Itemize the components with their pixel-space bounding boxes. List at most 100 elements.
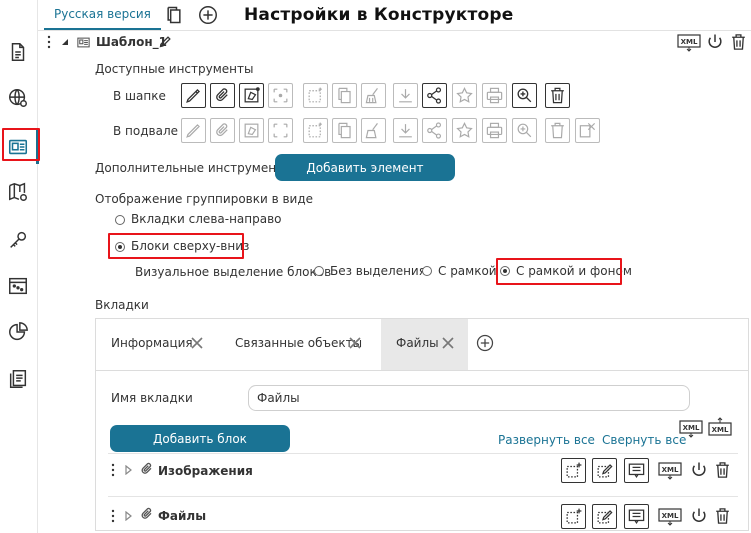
print-icon	[486, 122, 503, 139]
collapse-all-link[interactable]: Свернуть все	[602, 433, 686, 447]
tab-name-input[interactable]: Файлы	[248, 385, 690, 411]
delete-trash-icon[interactable]	[728, 31, 748, 53]
add-field-icon	[566, 462, 582, 478]
add-tab-icon[interactable]	[475, 333, 495, 353]
tab-files[interactable]: Файлы	[396, 336, 439, 350]
globe-settings-icon[interactable]	[4, 84, 32, 112]
xml-import-icon[interactable]: XML	[707, 417, 733, 439]
block-comment-button[interactable]	[624, 458, 649, 483]
map-settings-icon[interactable]	[4, 178, 32, 206]
power-icon[interactable]	[705, 31, 725, 53]
block-drag-handle-icon[interactable]	[110, 509, 116, 523]
radio-visual-none[interactable]	[314, 266, 324, 276]
tool-polygon-button[interactable]	[239, 83, 264, 108]
xml-export-icon[interactable]: XML	[678, 417, 704, 439]
block-drag-handle-icon[interactable]	[110, 463, 116, 477]
block-add-field-button[interactable]	[561, 458, 586, 483]
block-xml-icon-text: XML	[662, 512, 679, 520]
add-field-icon	[566, 508, 582, 524]
block-add-field-button[interactable]	[561, 504, 586, 529]
pie-chart-icon[interactable]	[4, 318, 32, 346]
footer-tool-print-button[interactable]	[482, 118, 507, 143]
tool-copy-button[interactable]	[332, 83, 357, 108]
copy-documents-icon[interactable]	[4, 365, 32, 393]
tool-download-button[interactable]	[393, 83, 418, 108]
tool-select-area-button[interactable]	[268, 83, 293, 108]
drag-handle-icon[interactable]	[46, 35, 52, 49]
tab-russian-version-label: Русская версия	[54, 7, 151, 21]
footer-tool-magic-select-button[interactable]	[303, 118, 328, 143]
add-element-button[interactable]: Добавить элемент	[275, 154, 455, 181]
add-circle-icon[interactable]	[197, 4, 219, 26]
block-xml-icon[interactable]: XML	[656, 458, 684, 482]
polygon-edit-icon	[244, 123, 259, 138]
tool-clean-button[interactable]	[361, 83, 386, 108]
footer-tool-share-button[interactable]	[422, 118, 447, 143]
tab-information[interactable]: Информация	[111, 336, 193, 350]
block-power-icon[interactable]	[689, 506, 709, 526]
close-tab-related-objects-icon[interactable]	[349, 337, 361, 349]
block-power-icon[interactable]	[689, 460, 709, 480]
tab-related-objects[interactable]: Связанные объекты	[235, 336, 362, 350]
footer-tool-clean-button[interactable]	[361, 118, 386, 143]
dashboard-icon[interactable]	[4, 272, 32, 300]
footer-tool-attach-button[interactable]	[210, 118, 235, 143]
tool-magic-select-button[interactable]	[303, 83, 328, 108]
tab-russian-version[interactable]: Русская версия	[44, 0, 161, 30]
block-xml-icon-text: XML	[662, 466, 679, 474]
add-block-button[interactable]: Добавить блок	[110, 425, 290, 452]
share-icon	[427, 87, 442, 104]
tool-print-button[interactable]	[482, 83, 507, 108]
footer-tool-close-button[interactable]	[575, 118, 600, 143]
collapse-triangle-icon[interactable]	[61, 38, 69, 46]
copy-icon[interactable]	[164, 5, 184, 25]
block-row-divider	[108, 453, 738, 454]
pencil-icon	[186, 124, 200, 138]
tool-attach-button[interactable]	[210, 83, 235, 108]
block-edit-button[interactable]	[592, 504, 617, 529]
block-delete-icon[interactable]	[712, 506, 732, 526]
radio-tabs-left-right[interactable]	[115, 215, 125, 225]
radio-visual-frame[interactable]	[422, 266, 432, 276]
expand-all-link[interactable]: Развернуть все	[498, 433, 595, 447]
footer-tool-favorite-button[interactable]	[452, 118, 477, 143]
star-icon	[456, 87, 473, 103]
footer-tool-zoom-button[interactable]	[512, 118, 537, 143]
footer-tool-select-area-button[interactable]	[268, 118, 293, 143]
footer-tool-edit-button[interactable]	[181, 118, 206, 143]
block-row-divider	[108, 496, 738, 497]
xml-import-icon-text: XML	[712, 426, 729, 434]
block-delete-icon[interactable]	[712, 460, 732, 480]
trash-icon	[551, 122, 564, 139]
footer-tool-delete-button[interactable]	[545, 118, 570, 143]
xml-export-icon[interactable]: XML	[676, 31, 702, 53]
tool-favorite-button[interactable]	[452, 83, 477, 108]
visual-selection-label: Визуальное выделение блоков	[135, 265, 332, 279]
block-comment-button[interactable]	[624, 504, 649, 529]
download-icon	[399, 89, 412, 103]
header-divider	[38, 30, 751, 31]
trash-icon	[551, 87, 564, 104]
paperclip-icon	[216, 88, 228, 102]
footer-tool-download-button[interactable]	[393, 118, 418, 143]
tool-delete-button[interactable]	[545, 83, 570, 108]
document-icon[interactable]	[4, 38, 32, 66]
edit-pencil-icon[interactable]	[157, 33, 173, 49]
close-tab-information-icon[interactable]	[191, 337, 203, 349]
tool-share-button[interactable]	[422, 83, 447, 108]
block-edit-button[interactable]	[592, 458, 617, 483]
page-title: Настройки в Конструкторе	[244, 5, 514, 25]
key-icon[interactable]	[4, 226, 32, 254]
tool-edit-button[interactable]	[181, 83, 206, 108]
block-xml-icon[interactable]: XML	[656, 504, 684, 528]
print-icon	[486, 87, 503, 104]
xml-export-icon-text: XML	[681, 38, 698, 46]
expand-chevron-icon[interactable]	[124, 465, 132, 475]
comment-icon	[628, 463, 645, 478]
tool-zoom-button[interactable]	[512, 83, 537, 108]
close-tab-files-icon[interactable]	[442, 337, 454, 349]
expand-chevron-icon[interactable]	[124, 511, 132, 521]
broom-icon	[365, 88, 378, 104]
footer-tool-polygon-button[interactable]	[239, 118, 264, 143]
footer-tool-copy-button[interactable]	[332, 118, 357, 143]
